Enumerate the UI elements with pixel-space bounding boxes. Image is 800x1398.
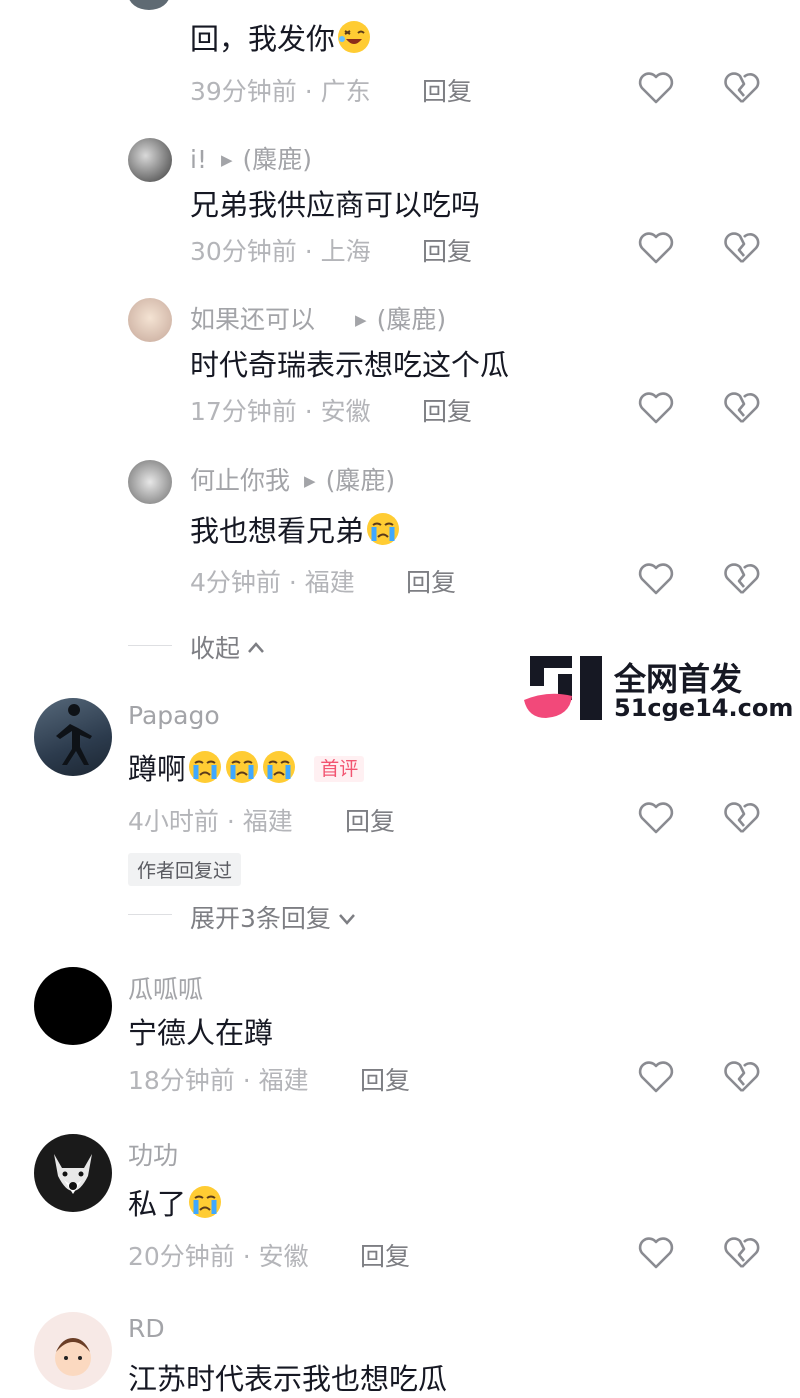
crying-emoji-icon (263, 751, 296, 783)
reply-button[interactable]: 回复 (422, 392, 472, 428)
comment-text: 江苏时代表示我也想吃瓜 (128, 1362, 448, 1396)
comment-author[interactable]: i! ▶ (麋鹿) (190, 140, 312, 176)
comment-meta: 4小时前 · 福建 (128, 807, 293, 836)
crying-emoji-icon (189, 751, 222, 783)
like-heart-icon[interactable] (636, 388, 676, 428)
comment-author[interactable]: 瓜呱呱 (128, 970, 203, 1006)
comment-meta: 18分钟前 · 福建 (128, 1066, 309, 1095)
avatar[interactable] (34, 698, 112, 776)
crying-emoji-icon (189, 1186, 222, 1218)
comment-text: 私了 (128, 1181, 223, 1223)
like-heart-icon[interactable] (636, 68, 676, 108)
avatar[interactable] (128, 138, 172, 182)
comment-text: 兄弟我供应商可以吃吗 (190, 188, 481, 222)
like-heart-icon[interactable] (636, 559, 676, 599)
divider (128, 645, 172, 646)
watermark-url: 51cge14.com (614, 694, 794, 722)
comment-author[interactable]: RD (128, 1314, 165, 1343)
first-comment-badge: 首评 (314, 756, 365, 782)
avatar[interactable] (128, 298, 172, 342)
dislike-broken-heart-icon[interactable] (722, 68, 762, 108)
avatar[interactable] (34, 1134, 112, 1212)
comment-meta: 4分钟前 · 福建 (190, 568, 355, 597)
crying-emoji-icon (367, 513, 400, 545)
comment-meta: 17分钟前 · 安徽 (190, 397, 371, 426)
comment-author[interactable]: Papago (128, 701, 220, 730)
reply-button[interactable]: 回复 (422, 232, 472, 268)
avatar[interactable] (128, 460, 172, 504)
like-heart-icon[interactable] (636, 1233, 676, 1273)
watermark-logo (522, 656, 604, 720)
chevron-down-icon (338, 914, 355, 925)
collapse-replies-button[interactable]: 收起 (190, 629, 268, 665)
like-heart-icon[interactable] (636, 1057, 676, 1097)
like-heart-icon[interactable] (636, 798, 676, 838)
comment-meta: 39分钟前 · 广东 (190, 77, 371, 106)
comment-author[interactable]: 功功 (128, 1136, 178, 1172)
comment-author[interactable]: 如果还可以 ▶ (麋鹿) (190, 300, 446, 336)
expand-replies-button[interactable]: 展开3条回复 (190, 899, 359, 935)
reply-to-arrow-icon: ▶ (355, 311, 367, 329)
comment-text: 宁德人在蹲 (128, 1016, 274, 1050)
avatar[interactable] (34, 1312, 112, 1390)
reply-button[interactable]: 回复 (360, 1237, 410, 1273)
divider (128, 914, 172, 915)
reply-button[interactable]: 回复 (406, 563, 456, 599)
crying-emoji-icon (226, 751, 259, 783)
dislike-broken-heart-icon[interactable] (722, 1233, 762, 1273)
reply-to-arrow-icon: ▶ (304, 472, 316, 490)
dislike-broken-heart-icon[interactable] (722, 388, 762, 428)
comment-text: 我也想看兄弟 (190, 508, 401, 550)
reply-button[interactable]: 回复 (360, 1061, 410, 1097)
comment-text: 回，我发你 (190, 16, 372, 58)
dislike-broken-heart-icon[interactable] (722, 798, 762, 838)
dislike-broken-heart-icon[interactable] (722, 228, 762, 268)
dislike-broken-heart-icon[interactable] (722, 559, 762, 599)
comment-author[interactable]: 何止你我 ▶ (麋鹿) (190, 461, 395, 497)
comment-meta: 20分钟前 · 安徽 (128, 1242, 309, 1271)
comment-meta: 30分钟前 · 上海 (190, 237, 371, 266)
avatar[interactable] (34, 967, 112, 1045)
reply-to-arrow-icon: ▶ (220, 151, 233, 169)
dislike-broken-heart-icon[interactable] (722, 1057, 762, 1097)
comment-text: 蹲啊 首评 (128, 746, 365, 788)
like-heart-icon[interactable] (636, 228, 676, 268)
chevron-up-icon (248, 642, 264, 653)
author-replied-tag: 作者回复过 (128, 853, 242, 886)
reply-button[interactable]: 回复 (422, 72, 472, 108)
wink-laugh-emoji-icon (338, 21, 371, 53)
reply-button[interactable]: 回复 (345, 802, 395, 838)
avatar[interactable] (128, 0, 170, 10)
comment-text: 时代奇瑞表示想吃这个瓜 (190, 348, 510, 382)
